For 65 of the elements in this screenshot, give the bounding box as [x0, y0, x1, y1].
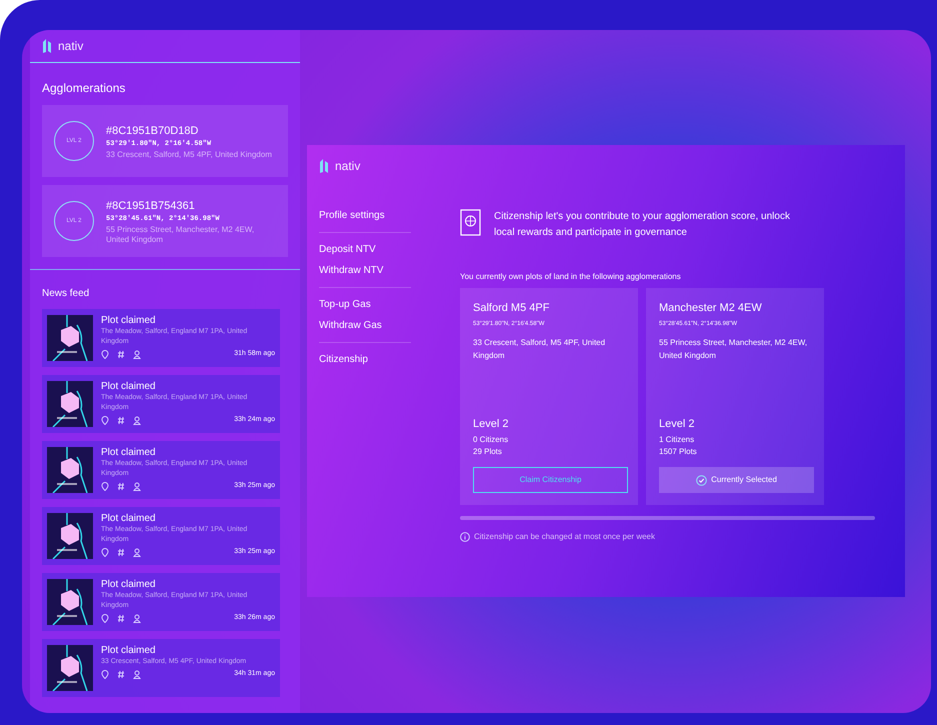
- map-thumbnail: [47, 315, 93, 361]
- menu-item[interactable]: Top-up Gas: [319, 297, 411, 312]
- news-title: Plot claimed: [101, 315, 156, 327]
- info-note: Citizenship can be changed at most once per week: [474, 531, 655, 543]
- level-label: Level 2: [659, 416, 696, 432]
- menu-item[interactable]: Deposit NTV: [319, 242, 411, 257]
- check-circle-icon: [696, 474, 708, 486]
- map-thumbnail: [47, 447, 93, 493]
- claim-button[interactable]: Claim Citizenship: [473, 467, 628, 493]
- map-thumbnail: [47, 645, 93, 691]
- selected-button[interactable]: Currently Selected: [659, 467, 814, 493]
- citizens-count: 1 Citizens: [659, 434, 696, 446]
- level-label: Level 2: [473, 416, 510, 432]
- location-pin-icon[interactable]: [101, 482, 109, 491]
- location-pin-icon[interactable]: [101, 548, 109, 557]
- hash-icon[interactable]: [117, 548, 125, 557]
- agglomeration-id: #8C1951B754361: [106, 198, 196, 214]
- map-thumbnail: [47, 513, 93, 559]
- menu-item[interactable]: Profile settings: [319, 208, 411, 223]
- location-pin-icon[interactable]: [101, 670, 109, 679]
- plots-heading: You currently own plots of land in the following agglomerations: [460, 271, 682, 283]
- news-title: Plot claimed: [101, 645, 156, 657]
- map-thumbnail: [47, 381, 93, 427]
- logo-text: nativ: [58, 38, 84, 55]
- hash-icon[interactable]: [117, 670, 125, 679]
- menu-item[interactable]: Citizenship: [319, 352, 411, 367]
- citizens-count: 0 Citizens: [473, 434, 510, 446]
- logo-icon: [42, 38, 54, 54]
- location-pin-icon[interactable]: [101, 614, 109, 623]
- user-icon[interactable]: [133, 350, 141, 359]
- info-icon: [460, 532, 470, 542]
- user-icon[interactable]: [133, 548, 141, 557]
- hash-icon[interactable]: [117, 416, 125, 425]
- plots-count: 29 Plots: [473, 446, 503, 458]
- user-icon[interactable]: [133, 614, 141, 623]
- news-title: Plot claimed: [101, 447, 156, 459]
- agglomeration-id: #8C1951B70D18D: [106, 124, 200, 138]
- address: 55 Princess Street, Manchester, M2 4EW, United Kingdom: [106, 224, 256, 244]
- user-icon[interactable]: [133, 416, 141, 425]
- hash-icon[interactable]: [117, 614, 125, 623]
- news-title: Plot claimed: [101, 513, 156, 525]
- menu-item[interactable]: Withdraw NTV: [319, 263, 411, 278]
- location-pin-icon[interactable]: [101, 416, 109, 425]
- card-title: Salford M5 4PF: [473, 301, 550, 316]
- section-title: Agglomerations: [42, 80, 126, 97]
- logo-icon: [319, 158, 331, 174]
- address: 55 Princess Street, Manchester, M2 4EW, United Kingdom: [659, 336, 808, 362]
- intro-text: Citizenship let's you contribute to your agglomeration score, unlock local rewards and participate in governance: [494, 210, 791, 240]
- news-title: Plot claimed: [101, 381, 156, 393]
- hash-icon[interactable]: [117, 482, 125, 491]
- plots-count: 1507 Plots: [659, 446, 698, 458]
- news-title: Plot claimed: [101, 579, 156, 591]
- scrollbar[interactable]: [460, 516, 875, 520]
- map-thumbnail: [47, 579, 93, 625]
- logo-text: nativ: [335, 158, 360, 175]
- user-icon[interactable]: [133, 670, 141, 679]
- section-title: News feed: [42, 287, 90, 301]
- card-title: Manchester M2 4EW: [659, 301, 763, 316]
- user-icon[interactable]: [133, 482, 141, 491]
- hash-icon[interactable]: [117, 350, 125, 359]
- location-pin-icon[interactable]: [101, 350, 109, 359]
- address: 33 Crescent, Salford, M5 4PF, United Kingdom: [106, 150, 272, 160]
- menu-item[interactable]: Withdraw Gas: [319, 318, 411, 333]
- address: 33 Crescent, Salford, M5 4PF, United Kingdom: [473, 336, 606, 362]
- passport-icon: [460, 209, 482, 237]
